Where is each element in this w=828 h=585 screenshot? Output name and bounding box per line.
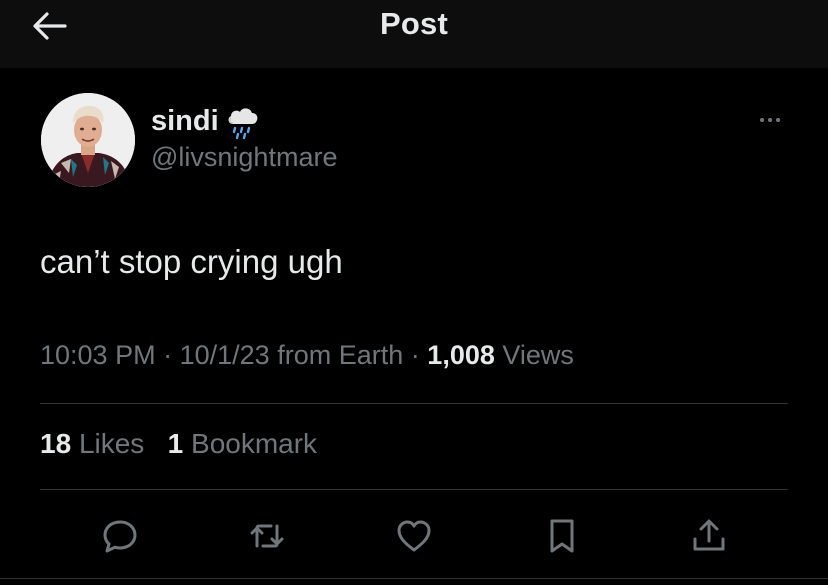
heart-icon <box>397 520 431 552</box>
reply-icon <box>103 520 137 553</box>
divider <box>40 489 788 490</box>
post-meta: 10:03 PM · 10/1/23 from Earth · 1,008 Vi… <box>40 340 574 371</box>
like-button[interactable] <box>394 516 434 556</box>
top-bar: Post <box>0 0 828 68</box>
likes-stat[interactable]: 18 Likes <box>40 428 152 459</box>
repost-icon <box>250 524 284 548</box>
more-horizontal-icon-dot <box>776 118 780 122</box>
divider <box>40 403 788 404</box>
views-count: 1,008 <box>427 340 495 370</box>
likes-count: 18 <box>40 428 72 459</box>
share-button[interactable] <box>689 516 729 556</box>
more-horizontal-icon-dot <box>768 118 772 122</box>
cloud-rain-icon <box>228 108 258 140</box>
display-name[interactable]: sindi <box>151 105 219 138</box>
repost-button[interactable] <box>247 516 287 556</box>
bottom-divider <box>0 578 828 579</box>
meta-separator-2: · <box>410 340 420 370</box>
bookmarks-count: 1 <box>167 428 184 459</box>
bookmark-button[interactable] <box>542 516 582 556</box>
views-label: Views <box>502 340 574 370</box>
post-source: from Earth <box>277 340 404 370</box>
post-text: can’t stop crying ugh <box>40 243 343 280</box>
likes-label: Likes <box>78 428 145 459</box>
more-options-button[interactable] <box>752 108 788 132</box>
post-date[interactable]: 10/1/23 <box>180 340 270 370</box>
author-name-row[interactable]: sindi <box>151 100 263 142</box>
reply-button[interactable] <box>100 516 140 556</box>
post-stats: 18 Likes 1 Bookmark <box>40 428 317 460</box>
bookmark-icon <box>550 519 574 553</box>
author-handle[interactable]: @livsnightmare <box>151 142 337 173</box>
bookmarks-label: Bookmark <box>191 428 318 459</box>
avatar[interactable] <box>41 93 135 187</box>
post-time[interactable]: 10:03 PM <box>40 340 156 370</box>
bookmarks-stat[interactable]: 1 Bookmark <box>168 428 317 459</box>
avatar-image <box>41 93 135 187</box>
page-title: Post <box>380 6 448 41</box>
meta-separator: · <box>163 340 173 370</box>
more-horizontal-icon <box>760 118 764 122</box>
share-icon <box>693 519 725 551</box>
